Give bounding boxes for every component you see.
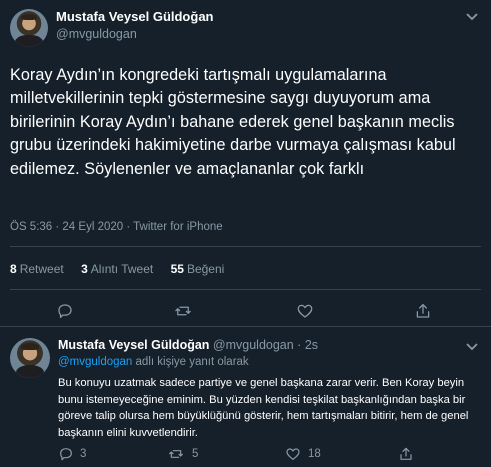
reply-icon[interactable] <box>56 302 74 320</box>
quote-count: 3 <box>81 262 88 276</box>
tweet-separator <box>0 326 491 327</box>
share-icon[interactable] <box>398 446 414 462</box>
retweet-stat[interactable]: 8 Retweet <box>10 262 64 276</box>
like-stat[interactable]: 55 Beğeni <box>171 262 225 276</box>
share-icon[interactable] <box>414 302 432 320</box>
avatar[interactable] <box>10 338 50 378</box>
tweet-text: Koray Aydın’ın kongredeki tartışmalı uyg… <box>10 66 456 178</box>
author-handle[interactable]: @mvguldogan <box>56 27 137 41</box>
divider <box>10 246 481 247</box>
retweet-icon[interactable] <box>168 446 184 462</box>
reply-header: Mustafa Veysel Güldoğan @mvguldogan · 2s <box>58 338 318 352</box>
quote-stat[interactable]: 3 Alıntı Tweet <box>81 262 153 276</box>
retweet-label: Retweet <box>19 262 64 276</box>
tweet-stats: 8 Retweet 3 Alıntı Tweet 55 Beğeni <box>10 262 238 276</box>
like-count: 55 <box>170 262 184 276</box>
reply-count: 3 <box>80 448 87 460</box>
replying-mention[interactable]: @mvguldogan <box>58 356 132 368</box>
reply-icon[interactable] <box>58 446 74 462</box>
tweet-actions <box>0 302 491 322</box>
heart-icon[interactable] <box>285 446 301 462</box>
retweet-count: 5 <box>192 448 199 460</box>
chevron-down-icon[interactable] <box>465 342 479 352</box>
divider <box>10 289 481 290</box>
replying-to: @mvguldogan adlı kişiye yanıt olarak <box>58 356 249 368</box>
author-name[interactable]: Mustafa Veysel Güldoğan <box>58 338 209 352</box>
heart-icon[interactable] <box>296 302 314 320</box>
tweet-thread: Mustafa Veysel Güldoğan @mvguldogan Kora… <box>0 0 491 467</box>
tweet-timestamp[interactable]: ÖS 5:36 · 24 Eyl 2020 · Twitter for iPho… <box>10 221 223 233</box>
author-name[interactable]: Mustafa Veysel Güldoğan <box>56 9 214 24</box>
like-count: 18 <box>308 448 321 460</box>
retweet-count: 8 <box>10 262 17 276</box>
chevron-down-icon[interactable] <box>465 12 479 22</box>
retweet-icon[interactable] <box>174 302 192 320</box>
author-handle[interactable]: @mvguldogan · 2s <box>213 338 318 352</box>
replying-suffix: adlı kişiye yanıt olarak <box>132 356 249 368</box>
like-label: Beğeni <box>186 262 225 276</box>
quote-label: Alıntı Tweet <box>90 262 154 276</box>
avatar[interactable] <box>10 9 48 47</box>
tweet-text: Bu konuyu uzatmak sadece partiye ve gene… <box>58 377 469 439</box>
